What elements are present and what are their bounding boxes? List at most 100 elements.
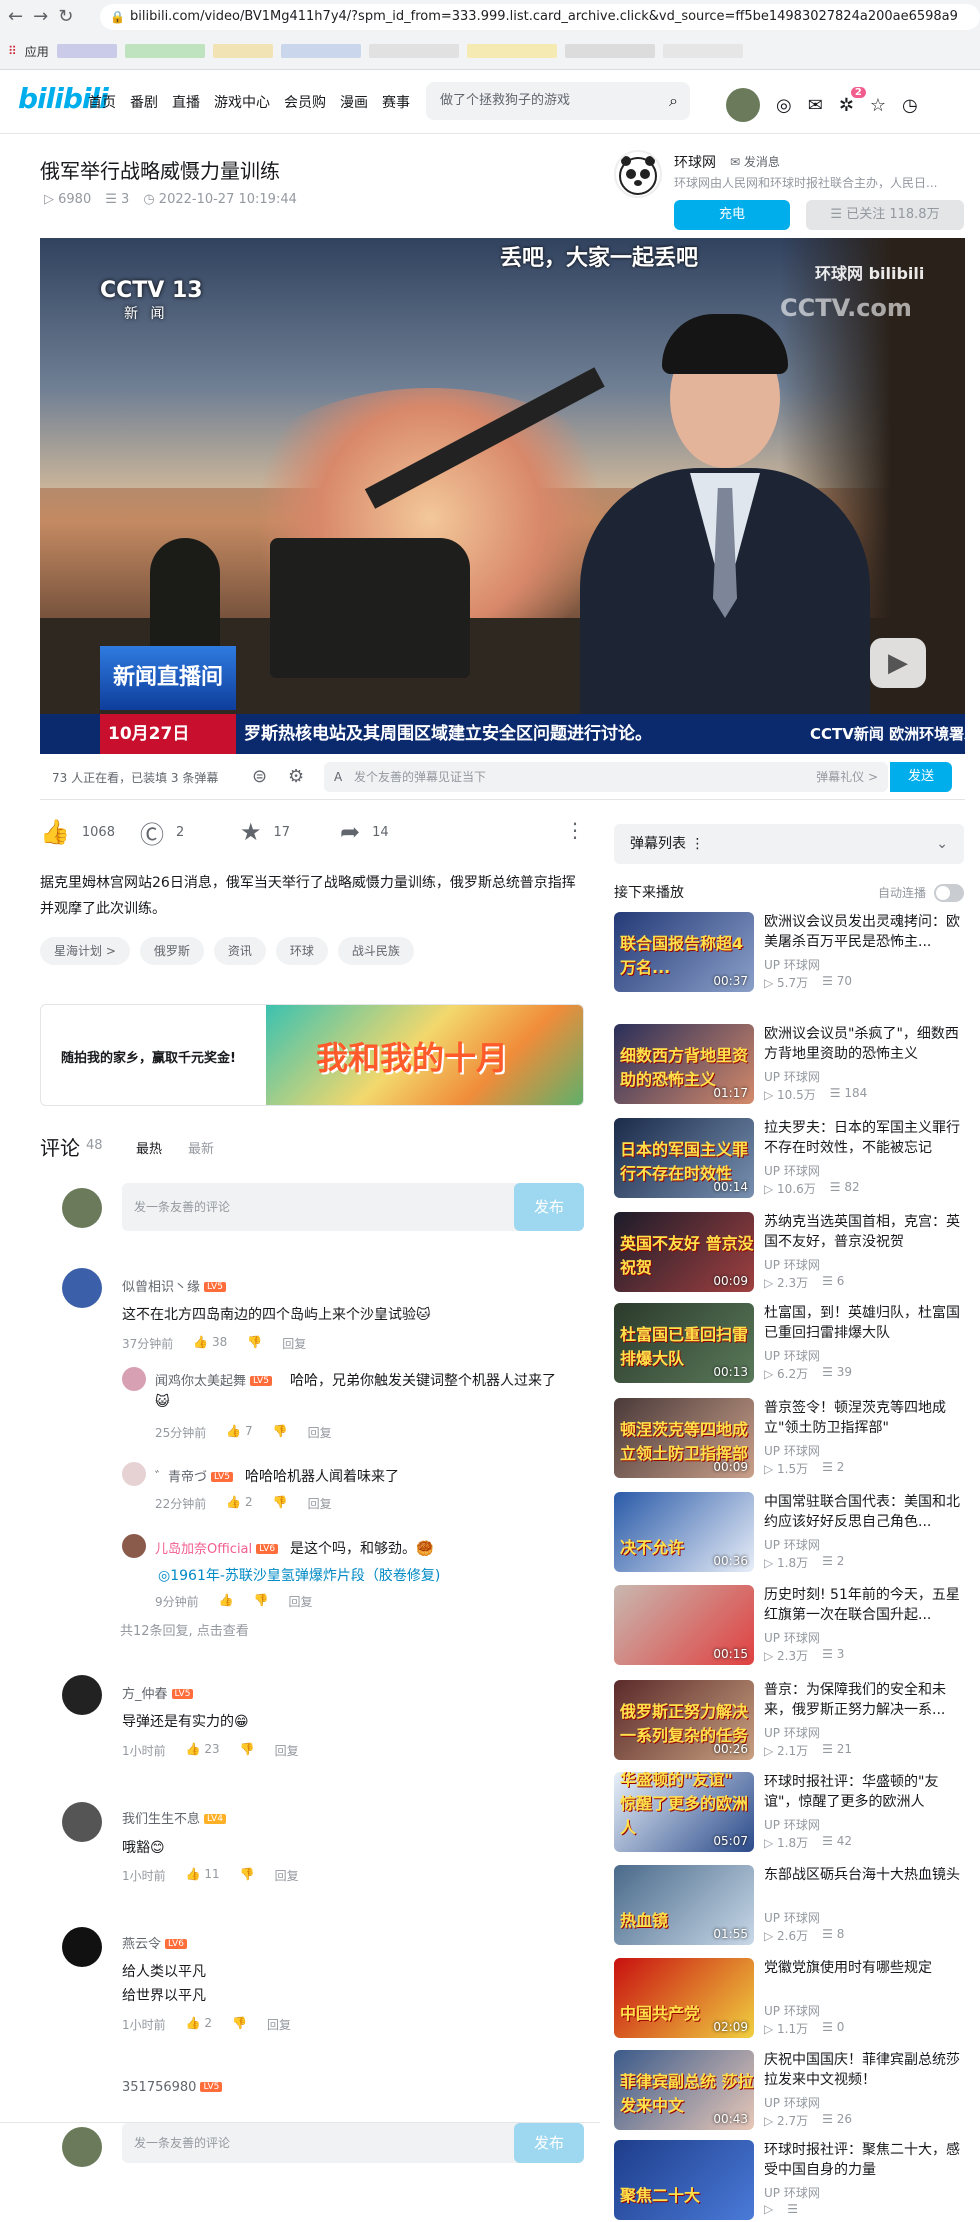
video-owner[interactable]: UP 环球网 [764, 1068, 820, 1085]
bookmark-3[interactable] [212, 44, 273, 58]
like-count[interactable]: 👍 23 [186, 1742, 220, 1759]
dislike-icon[interactable]: 👎 [232, 2016, 247, 2033]
message-icon[interactable]: ✉ [808, 95, 823, 116]
video-thumbnail[interactable]: 日本的军国主义罪行不存在时效性 00:14 [614, 1118, 754, 1198]
video-title[interactable]: 拉夫罗夫：日本的军国主义罪行不存在时效性，不能被忘记 [764, 1118, 964, 1158]
video-owner[interactable]: UP 环球网 [764, 1347, 820, 1364]
comment-avatar[interactable] [62, 1802, 102, 1842]
dislike-icon[interactable]: 👎 [247, 1335, 262, 1352]
recommend-video[interactable]: 杜富国已重回扫雷排爆大队 00:13 杜富国，到！英雄归队，杜富国已重回扫雷排爆大队… [614, 1303, 964, 1385]
user-avatar[interactable] [726, 88, 760, 122]
video-thumbnail[interactable]: 细数西方背地里资助的恐怖主义 01:17 [614, 1024, 754, 1104]
dislike-icon[interactable]: 👎 [273, 1424, 288, 1441]
video-owner[interactable]: UP 环球网 [764, 1629, 820, 1646]
reply-button[interactable]: 回复 [308, 1495, 332, 1512]
back-icon[interactable]: ← [8, 6, 23, 27]
like-count[interactable]: 👍 38 [193, 1335, 227, 1352]
address-bar[interactable]: 🔒 bilibili.com/video/BV1Mg411h7y4/?spm_i… [100, 4, 980, 30]
send-message-link[interactable]: ✉ 发消息 [730, 153, 780, 170]
recommend-video[interactable]: 00:15 历史时刻! 51年前的今天，五星红旗第一次在联合国升起... UP 环球… [614, 1585, 964, 1667]
reply-avatar[interactable] [122, 1462, 146, 1486]
video-owner[interactable]: UP 环球网 [764, 1724, 820, 1741]
video-owner[interactable]: UP 环球网 [764, 1816, 820, 1833]
video-owner[interactable]: UP 环球网 [764, 1909, 820, 1926]
video-title[interactable]: 环球时报社评：华盛顿的"友谊"，惊醒了更多的欧洲人 [764, 1772, 964, 1812]
dislike-icon[interactable]: 👎 [240, 1742, 255, 1759]
video-title[interactable]: 中国常驻联合国代表：美国和北约应该好好反思自己角色... [764, 1492, 964, 1532]
tag-1[interactable]: 星海计划 > [40, 937, 130, 965]
sticky-post-button[interactable]: 发布 [514, 2123, 584, 2163]
video-thumbnail[interactable]: 中国共产党 02:09 [614, 1958, 754, 2038]
uploader-avatar[interactable] [614, 150, 662, 198]
tag-4[interactable]: 环球 [275, 937, 328, 965]
recommend-video[interactable]: 中国共产党 02:09 党徽党旗使用时有哪些规定 UP 环球网 ▷ 1.1万 ☰ 0 [614, 1958, 964, 2040]
share-button[interactable]: ➦ 14 [340, 818, 440, 846]
video-title[interactable]: 普京签令！顿涅茨克等四地成立"领土防卫指挥部" [764, 1398, 964, 1438]
reply-user[interactable]: 闻鸡你太美起舞 LV5 [155, 1370, 272, 1389]
more-options-icon[interactable]: ⋮ [565, 818, 585, 842]
comment-user[interactable]: 方_仲春 LV5 [122, 1683, 194, 1702]
dynamic-icon[interactable]: ✲ 2 [839, 86, 866, 116]
video-thumbnail[interactable]: 华盛顿的"友谊" 惊醒了更多的欧洲人 05:07 [614, 1772, 754, 1852]
video-title[interactable]: 苏纳克当选英国首相，克宫：英国不友好，普京没祝贺 [764, 1212, 964, 1252]
bookmark-4[interactable] [280, 44, 361, 58]
reply-button[interactable]: 回复 [289, 1593, 313, 1610]
like-count[interactable]: 👍 2 [186, 2016, 212, 2033]
reply-avatar[interactable] [122, 1367, 146, 1391]
danmaku-settings-icon[interactable]: ⚙ [288, 766, 304, 787]
comment-avatar[interactable] [62, 1268, 102, 1308]
recommend-video[interactable]: 联合国报告称超4万名... 00:37 欧洲议会议员发出灵魂拷问：欧美屠杀百万平民是… [614, 912, 964, 994]
apps-icon[interactable]: ⠿ [8, 44, 17, 58]
nav-mall[interactable]: 会员购 [284, 92, 326, 112]
search-icon[interactable]: ⌕ [669, 82, 678, 120]
like-count[interactable]: 👍 11 [186, 1867, 220, 1884]
video-title[interactable]: 普京：为保障我们的安全和未来，俄罗斯正努力解决一系... [764, 1680, 964, 1720]
video-title[interactable]: 庆祝中国国庆！菲律宾副总统莎拉发来中文视频！ [764, 2050, 964, 2090]
recommend-video[interactable]: 聚焦二十大 环球时报社评：聚焦二十大，感受中国自身的力量 UP 环球网 ▷ ☰ [614, 2140, 964, 2222]
nav-live[interactable]: 直播 [172, 92, 200, 112]
video-thumbnail[interactable]: 杜富国已重回扫雷排爆大队 00:13 [614, 1303, 754, 1383]
reply-video-link[interactable]: ◎1961年-苏联沙皇氢弹爆炸片段（胶卷修复) [158, 1565, 440, 1585]
bookmark-8[interactable] [662, 44, 743, 58]
bookmark-5[interactable] [368, 44, 459, 58]
comment-avatar[interactable] [62, 1675, 102, 1715]
recommend-video[interactable]: 决不允许 00:36 中国常驻联合国代表：美国和北约应该好好反思自己角色... UP … [614, 1492, 964, 1574]
autoplay-toggle[interactable] [934, 884, 964, 902]
reply-user[interactable]: 儿岛加奈Official LV6 [155, 1538, 279, 1557]
coin-button[interactable]: Ⓒ 2 [140, 815, 240, 850]
font-icon[interactable]: A [334, 762, 342, 792]
bookmark-7[interactable] [564, 44, 655, 58]
favorite-button[interactable]: ★ 17 [240, 818, 340, 846]
sort-new-tab[interactable]: 最新 [188, 1138, 214, 1157]
reply-button[interactable]: 回复 [308, 1424, 332, 1441]
recommend-video[interactable]: 华盛顿的"友谊" 惊醒了更多的欧洲人 05:07 环球时报社评：华盛顿的"友谊"，惊… [614, 1772, 964, 1854]
recommend-video[interactable]: 细数西方背地里资助的恐怖主义 01:17 欧洲议会议员"杀疯了"，细数西方背地里资助… [614, 1024, 964, 1106]
forward-icon[interactable]: → [33, 6, 48, 27]
video-title[interactable]: 历史时刻! 51年前的今天，五星红旗第一次在联合国升起... [764, 1585, 964, 1625]
video-player[interactable]: CCTV 13 新 闻 丢吧，大家一起丢吧 环球网 bilibili CCTV.c… [40, 238, 965, 754]
recommend-video[interactable]: 英国不友好 普京没祝贺 00:09 苏纳克当选英国首相，克宫：英国不友好，普京没祝贺… [614, 1212, 964, 1294]
recommend-video[interactable]: 日本的军国主义罪行不存在时效性 00:14 拉夫罗夫：日本的军国主义罪行不存在时效性… [614, 1118, 964, 1200]
video-owner[interactable]: UP 环球网 [764, 2184, 820, 2201]
like-count[interactable]: 👍 [219, 1593, 234, 1610]
uploader-name[interactable]: 环球网 [674, 152, 716, 172]
recommend-video[interactable]: 热血镜 01:55 东部战区砺兵台海十大热血镜头 UP 环球网 ▷ 2.6万 ☰ 8 [614, 1865, 964, 1947]
dislike-icon[interactable]: 👎 [240, 1867, 255, 1884]
comment-input[interactable]: 发一条友善的评论 [122, 1183, 522, 1231]
like-count[interactable]: 👍 7 [226, 1424, 252, 1441]
like-count[interactable]: 👍 2 [226, 1495, 252, 1512]
reply-button[interactable]: 回复 [267, 2016, 291, 2033]
comment-user[interactable]: 351756980 LV5 [122, 2080, 223, 2095]
video-title[interactable]: 欧洲议会议员发出灵魂拷问：欧美屠杀百万平民是恐怖主... [764, 912, 964, 952]
dislike-icon[interactable]: 👎 [273, 1495, 288, 1512]
nav-anime[interactable]: 番剧 [130, 92, 158, 112]
sticky-comment-input[interactable]: 发一条友善的评论 [122, 2123, 522, 2163]
video-thumbnail[interactable]: 英国不友好 普京没祝贺 00:09 [614, 1212, 754, 1292]
reply-button[interactable]: 回复 [275, 1867, 299, 1884]
comment-user[interactable]: 我们生生不息 LV4 [122, 1808, 226, 1827]
reply-button[interactable]: 回复 [275, 1742, 299, 1759]
video-owner[interactable]: UP 环球网 [764, 2002, 820, 2019]
reply-avatar[interactable] [122, 1534, 146, 1558]
search-input[interactable]: 做了个拯救狗子的游戏 ⌕ [426, 82, 690, 120]
video-title[interactable]: 东部战区砺兵台海十大热血镜头 [764, 1865, 964, 1905]
